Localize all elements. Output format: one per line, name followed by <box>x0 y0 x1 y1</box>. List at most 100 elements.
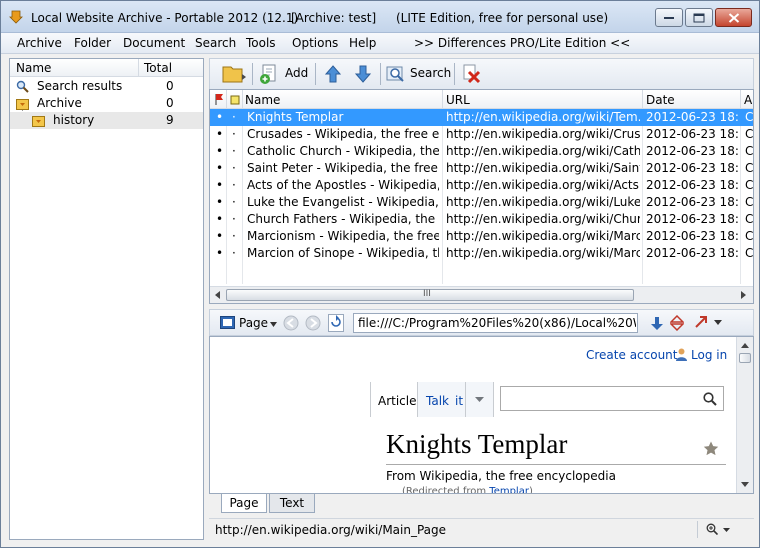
cell-url: http://en.wikipedia.org/wiki/Cath... <box>446 144 640 158</box>
row-bullet: • <box>216 110 224 124</box>
row-marker: · <box>232 212 236 226</box>
address-input[interactable]: file:///C:/Program%20Files%20(x86)/Local… <box>353 313 638 333</box>
forward-icon[interactable] <box>305 315 321 331</box>
redirect-note: (Redirected from Templar) <box>402 486 533 494</box>
folder-archive[interactable]: Archive 0 <box>10 95 203 112</box>
table-row[interactable]: • · Knights Templar http://en.wikipedia.… <box>210 109 753 126</box>
arrow-down-icon[interactable] <box>650 316 664 331</box>
scroll-thumb[interactable] <box>739 353 751 363</box>
main-toolbar: Add Search <box>209 58 754 89</box>
cell-url: http://en.wikipedia.org/wiki/Marc... <box>446 229 640 243</box>
cell-name: Knights Templar <box>247 110 344 124</box>
cell-date: 2012-06-23 18:... <box>646 212 738 226</box>
column-header-date[interactable]: Date <box>646 93 675 107</box>
scroll-left-icon[interactable] <box>214 291 221 299</box>
up-down-icon[interactable] <box>670 315 684 331</box>
maximize-button[interactable] <box>685 8 713 27</box>
cell-url: http://en.wikipedia.org/wiki/Saint... <box>446 161 640 175</box>
table-row[interactable]: • · Church Fathers - Wikipedia, the fr..… <box>210 211 753 228</box>
add-button[interactable]: Add <box>258 62 310 86</box>
vertical-scrollbar[interactable] <box>736 337 753 493</box>
open-external-icon[interactable] <box>694 315 708 329</box>
star-icon[interactable] <box>703 441 719 456</box>
column-header-name[interactable]: Name <box>16 61 51 75</box>
tab-page[interactable]: Page <box>221 494 267 513</box>
row-marker: · <box>232 144 236 158</box>
status-column-icon[interactable] <box>230 94 240 108</box>
cell-url: http://en.wikipedia.org/wiki/Chur... <box>446 212 640 226</box>
redirect-prefix: (Redirected from <box>402 486 487 494</box>
folder-tree: Name Total Search results 0 Archive 0 hi… <box>9 58 204 540</box>
maximize-icon <box>693 13 705 22</box>
cell-date: 2012-06-23 18:... <box>646 110 738 124</box>
row-bullet: • <box>216 144 224 158</box>
table-row[interactable]: • · Marcion of Sinope - Wikipedia, th...… <box>210 245 753 262</box>
open-folder-button[interactable] <box>220 62 250 86</box>
flag-icon[interactable] <box>214 93 224 108</box>
title-bar: Local Website Archive - Portable 2012 (1… <box>1 1 759 33</box>
scroll-thumb[interactable]: III <box>226 289 634 301</box>
scroll-down-icon[interactable] <box>741 482 749 488</box>
menu-archive[interactable]: Archive <box>17 36 62 50</box>
page-menu-button[interactable]: Page <box>220 315 277 332</box>
article-subtitle: From Wikipedia, the free encyclopedia <box>386 469 616 483</box>
horizontal-scrollbar[interactable]: III <box>210 286 753 303</box>
table-row[interactable]: • · Acts of the Apostles - Wikipedia, t.… <box>210 177 753 194</box>
menu-search[interactable]: Search <box>195 36 236 50</box>
tab-talk-label: Talk <box>426 394 449 408</box>
add-label: Add <box>285 66 309 80</box>
scroll-up-icon[interactable] <box>741 342 749 348</box>
redirect-suffix: ) <box>528 486 533 494</box>
cell-name: Marcionism - Wikipedia, the free ... <box>247 229 439 243</box>
cell-name: Luke the Evangelist - Wikipedia, t... <box>247 195 439 209</box>
cell-url: http://en.wikipedia.org/wiki/Acts... <box>446 178 640 192</box>
wiki-search-input[interactable] <box>500 386 724 411</box>
arrow-down-icon <box>354 65 372 83</box>
more-tabs-menu[interactable] <box>466 382 494 417</box>
folder-search-results[interactable]: Search results 0 <box>10 78 203 95</box>
search-icon[interactable] <box>703 392 717 406</box>
log-in-link[interactable]: Log in <box>691 348 727 362</box>
cell-date: 2012-06-23 18:... <box>646 161 738 175</box>
back-icon[interactable] <box>283 315 299 331</box>
delete-button[interactable] <box>460 62 484 86</box>
refresh-icon[interactable] <box>328 314 344 332</box>
title-divider <box>386 464 726 465</box>
menu-folder[interactable]: Folder <box>74 36 111 50</box>
scroll-right-icon[interactable] <box>740 291 747 299</box>
folder-count: 0 <box>166 96 174 110</box>
folder-label: history <box>53 113 95 127</box>
folder-history[interactable]: history 9 <box>10 112 203 129</box>
create-account-link[interactable]: Create account <box>586 348 678 362</box>
redirect-link[interactable]: Templar <box>489 486 529 493</box>
table-row[interactable]: • · Marcionism - Wikipedia, the free ...… <box>210 228 753 245</box>
menu-options[interactable]: Options <box>292 36 338 50</box>
minimize-button[interactable] <box>655 8 683 27</box>
column-header-name[interactable]: Name <box>245 93 280 107</box>
close-button[interactable] <box>715 8 752 27</box>
tab-article[interactable]: Article <box>370 382 418 417</box>
menu-help[interactable]: Help <box>349 36 376 50</box>
table-row[interactable]: • · Crusades - Wikipedia, the free enc..… <box>210 126 753 143</box>
menu-document[interactable]: Document <box>123 36 185 50</box>
column-header-url[interactable]: URL <box>446 93 470 107</box>
column-header-total[interactable]: Total <box>144 61 172 75</box>
browser-toolbar: Page file:///C:/Program%20Files%20(x86)/… <box>209 309 754 336</box>
table-row[interactable]: • · Catholic Church - Wikipedia, the f..… <box>210 143 753 160</box>
search-icon <box>386 66 404 82</box>
menu-differences[interactable]: >> Differences PRO/Lite Edition << <box>414 36 630 50</box>
move-up-button[interactable] <box>322 62 344 86</box>
column-header-extra[interactable]: A <box>744 93 752 107</box>
table-row[interactable]: • · Saint Peter - Wikipedia, the free e.… <box>210 160 753 177</box>
cell-date: 2012-06-23 18:... <box>646 195 738 209</box>
table-row[interactable]: • · Luke the Evangelist - Wikipedia, t..… <box>210 194 753 211</box>
chevron-down-icon[interactable] <box>714 320 722 325</box>
chevron-down-icon <box>270 322 277 327</box>
move-down-button[interactable] <box>352 62 374 86</box>
zoom-menu[interactable] <box>706 523 736 537</box>
folder-open-icon <box>222 66 246 83</box>
tab-talk[interactable]: Talk it <box>418 382 466 417</box>
search-button[interactable]: Search <box>385 62 451 86</box>
menu-tools[interactable]: Tools <box>246 36 276 50</box>
tab-text[interactable]: Text <box>269 494 315 513</box>
